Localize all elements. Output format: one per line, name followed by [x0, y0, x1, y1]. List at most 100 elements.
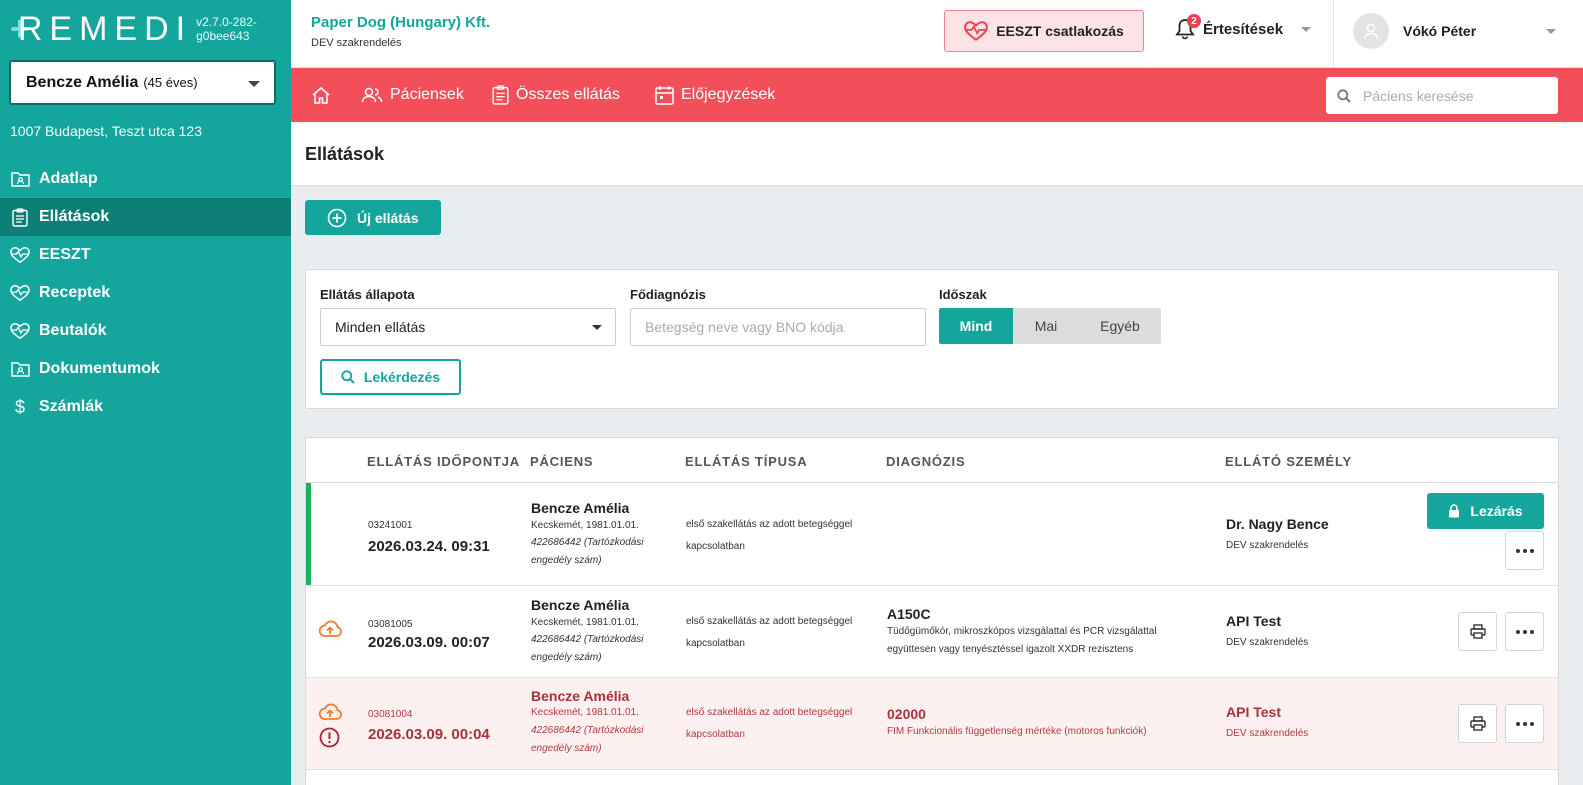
home-icon — [311, 86, 331, 104]
sidebar-item-receptek[interactable]: Receptek — [0, 274, 291, 312]
sidebar-item-adatlap[interactable]: Adatlap — [0, 160, 291, 198]
folder-user-icon — [10, 169, 30, 189]
nav-label: Páciensek — [390, 86, 464, 103]
patient-id: 422686442 (Tartózkodási engedély szám) — [531, 725, 644, 754]
eeszt-heart-icon — [10, 245, 30, 265]
org-subtitle: DEV szakrendelés — [311, 37, 402, 49]
status-filter-label: Ellátás állapota — [320, 287, 415, 302]
bell-icon: 2 — [1175, 14, 1201, 40]
users-icon — [361, 86, 383, 104]
sidebar-item-label: Ellátások — [39, 208, 110, 225]
nav-pacienseink[interactable]: Páciensek — [361, 68, 464, 122]
diagnosis-description: FIM Funkcionális függetlenség mértéke (m… — [887, 726, 1147, 737]
status-select[interactable]: Minden ellátás — [320, 308, 616, 346]
print-button[interactable] — [1458, 612, 1497, 651]
sidebar-item-szamlak[interactable]: $ Számlák — [0, 388, 291, 426]
status-select-value: Minden ellátás — [335, 319, 426, 335]
more-icon — [1515, 629, 1534, 634]
patient-id: 422686442 (Tartózkodási engedély szám) — [531, 634, 644, 663]
more-actions-button[interactable] — [1505, 704, 1544, 743]
sidebar-item-dokumentumok[interactable]: Dokumentumok — [0, 350, 291, 388]
filter-panel: Ellátás állapota Minden ellátás Fődiagnó… — [305, 269, 1559, 409]
care-type: első szakellátás az adott betegséggel ka… — [686, 519, 853, 552]
error-icon — [319, 727, 340, 748]
sidebar-item-beutalok[interactable]: Beutalók — [0, 312, 291, 350]
patient-address: 1007 Budapest, Teszt utca 123 — [10, 123, 202, 139]
print-button[interactable] — [1458, 704, 1497, 743]
col-header-datetime[interactable]: ELLÁTÁS IDŐPONTJA — [367, 454, 520, 469]
more-actions-button[interactable] — [1505, 612, 1544, 651]
new-care-label: Új ellátás — [357, 209, 419, 226]
care-type: első szakellátás az adott betegséggel ka… — [686, 707, 853, 740]
home-nav-button[interactable] — [311, 68, 338, 122]
period-toggle: Mind Mai Egyéb — [939, 308, 1161, 344]
patient-birth: Kecskemét, 1981.01.01. — [531, 617, 639, 628]
diagnosis-filter-label: Fődiagnózis — [630, 287, 706, 302]
close-care-button[interactable]: Lezárás — [1427, 493, 1544, 529]
lock-icon — [1448, 504, 1460, 518]
patient-name[interactable]: Bencze Amélia — [531, 688, 629, 704]
table-row[interactable]: 03241001 2026.03.24. 09:31 Bencze Amélia… — [306, 483, 1558, 586]
close-care-label: Lezárás — [1470, 503, 1523, 519]
provider-name: Dr. Nagy Bence — [1226, 516, 1329, 532]
col-header-patient[interactable]: PÁCIENS — [530, 454, 593, 469]
nav-osszes-ellatas[interactable]: Összes ellátás — [492, 68, 620, 122]
nav-elojegyzesek[interactable]: Előjegyzések — [655, 68, 775, 122]
notifications-label: Értesítések — [1203, 20, 1284, 38]
chevron-down-icon[interactable] — [1546, 29, 1556, 34]
table-header: ELLÁTÁS IDŐPONTJA PÁCIENS ELLÁTÁS TÍPUSA… — [306, 438, 1558, 483]
page-header: Ellátások — [291, 122, 1583, 186]
remedi-logo[interactable]: + REMEDI v2.7.0-282-g0bee643 — [10, 12, 291, 46]
diagnosis-description: Tüdőgümőkór, mikroszkópos vizsgálattal é… — [887, 626, 1157, 655]
care-datetime: 2026.03.09. 00:04 — [368, 726, 490, 743]
patient-age: (45 éves) — [143, 75, 198, 90]
nav-label: Összes ellátás — [516, 86, 621, 103]
period-filter-label: Időszak — [939, 287, 987, 302]
provider-unit: DEV szakrendelés — [1226, 637, 1309, 648]
period-option-mind[interactable]: Mind — [939, 308, 1013, 344]
diagnosis-input[interactable] — [630, 308, 926, 346]
col-header-type[interactable]: ELLÁTÁS TÍPUSA — [685, 454, 807, 469]
sidebar-item-label: Számlák — [39, 398, 104, 415]
calendar-icon — [655, 85, 674, 105]
patient-name[interactable]: Bencze Amélia — [531, 500, 629, 516]
provider-name: API Test — [1226, 704, 1281, 720]
eeszt-connect-button[interactable]: EESZT csatlakozás — [944, 10, 1144, 52]
user-menu[interactable]: Vókó Péter — [1353, 13, 1476, 49]
period-option-mai[interactable]: Mai — [1013, 308, 1079, 344]
sidebar: + REMEDI v2.7.0-282-g0bee643 Bencze Amél… — [0, 0, 291, 785]
more-actions-button[interactable] — [1505, 531, 1544, 570]
table-row[interactable]: 03081004 2026.03.09. 00:04 Bencze Amélia… — [306, 678, 1558, 770]
eeszt-heart-icon — [10, 283, 30, 303]
patient-name[interactable]: Bencze Amélia — [531, 597, 629, 613]
printer-icon — [1469, 716, 1486, 731]
patient-birth: Kecskemét, 1981.01.01. — [531, 520, 639, 531]
chevron-down-icon — [248, 81, 260, 87]
col-header-provider[interactable]: ELLÁTÓ SZEMÉLY — [1225, 454, 1352, 469]
search-icon — [1337, 88, 1351, 103]
patient-selector[interactable]: Bencze Amélia (45 éves) — [9, 60, 276, 105]
care-datetime: 2026.03.09. 00:07 — [368, 634, 490, 651]
dollar-icon: $ — [14, 396, 25, 417]
patient-search[interactable] — [1326, 77, 1558, 114]
query-label: Lekérdezés — [363, 369, 441, 385]
new-care-button[interactable]: Új ellátás — [305, 200, 441, 235]
care-code: 03081004 — [368, 709, 413, 720]
diagnosis-code: A150C — [887, 606, 931, 622]
col-header-diagnosis[interactable]: DIAGNÓZIS — [886, 454, 965, 469]
org-name[interactable]: Paper Dog (Hungary) Kft. — [311, 14, 490, 31]
cloud-upload-icon — [318, 620, 342, 638]
sidebar-item-ellatasok[interactable]: Ellátások — [0, 198, 291, 236]
care-datetime: 2026.03.24. 09:31 — [368, 538, 490, 555]
query-button[interactable]: Lekérdezés — [320, 359, 461, 395]
notifications-menu[interactable]: 2 Értesítések — [1175, 14, 1312, 40]
provider-unit: DEV szakrendelés — [1226, 540, 1309, 551]
care-code: 03241001 — [368, 520, 413, 531]
eeszt-heart-icon — [10, 321, 30, 341]
period-option-egyeb[interactable]: Egyéb — [1079, 308, 1161, 344]
sidebar-item-label: Adatlap — [39, 170, 98, 187]
table-row[interactable]: 03081005 2026.03.09. 00:07 Bencze Amélia… — [306, 586, 1558, 678]
nav-label: Előjegyzések — [681, 86, 776, 103]
search-input[interactable] — [1363, 87, 1543, 104]
sidebar-item-eeszt[interactable]: EESZT — [0, 236, 291, 274]
